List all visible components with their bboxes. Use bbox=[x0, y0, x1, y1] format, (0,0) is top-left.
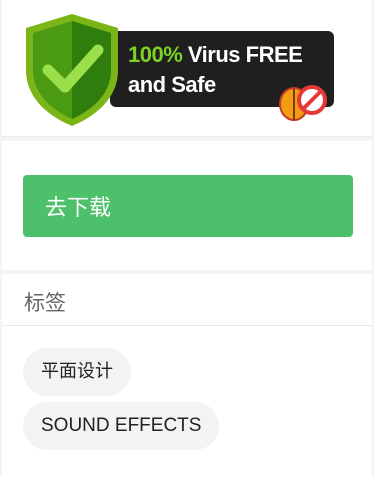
tag-sound-effects[interactable]: SOUND EFFECTS bbox=[23, 402, 220, 450]
shield-check-icon bbox=[26, 14, 118, 126]
tags-title: 标签 bbox=[24, 291, 66, 315]
badge-virus-free: Virus FREE bbox=[182, 42, 303, 67]
divider bbox=[2, 325, 372, 326]
download-button[interactable]: 去下载 bbox=[23, 175, 353, 237]
badge-text-line2: and Safe bbox=[128, 72, 216, 97]
download-card: 去下载 bbox=[2, 141, 372, 270]
badge-text-line1: 100% Virus FREE bbox=[128, 42, 303, 68]
badge-percent: 100% bbox=[128, 42, 183, 67]
virus-free-card: 100% Virus FREE and Safe bbox=[2, 0, 372, 137]
tag-graphic-design[interactable]: 平面设计 bbox=[23, 348, 131, 396]
tags-card: 标签 平面设计 SOUND EFFECTS bbox=[2, 274, 372, 477]
no-bug-icon bbox=[279, 73, 327, 121]
virus-free-badge: 100% Virus FREE and Safe bbox=[22, 12, 342, 128]
